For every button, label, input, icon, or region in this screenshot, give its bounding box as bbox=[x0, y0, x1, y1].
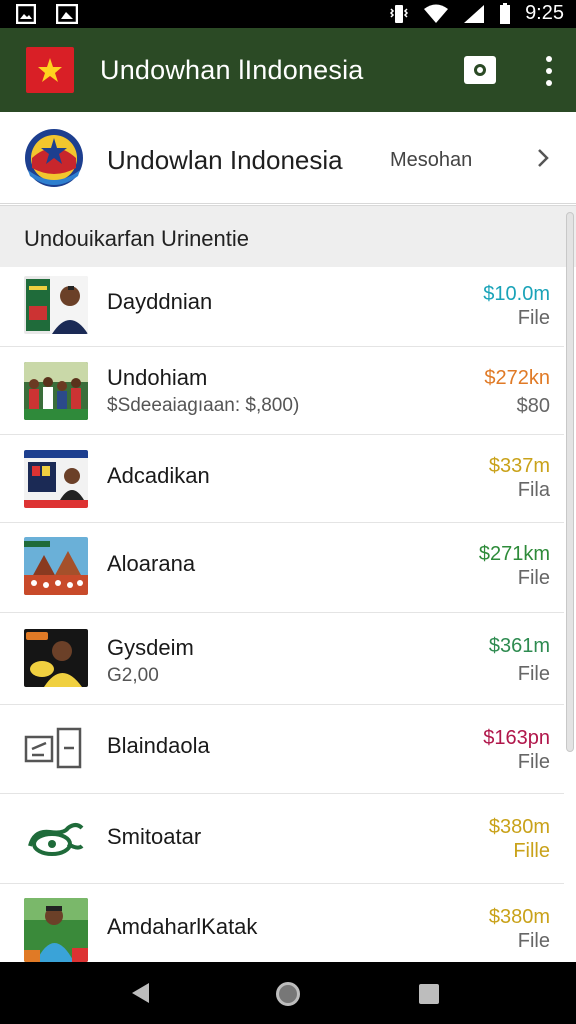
item-subtitle: G2,00 bbox=[107, 665, 159, 686]
overflow-menu-icon[interactable] bbox=[544, 56, 554, 86]
item-note: Fila bbox=[517, 479, 550, 501]
thumb-book-man bbox=[24, 276, 88, 334]
list-item[interactable]: Aloarana $271km File bbox=[0, 523, 564, 613]
list-item[interactable]: Dayddnian $10.0m File bbox=[0, 267, 564, 347]
thumb-boy bbox=[24, 898, 88, 962]
header-title: Undowlan Indonesia bbox=[107, 145, 343, 175]
app-title: Undowhan lIndonesia bbox=[100, 55, 364, 85]
item-price: $163pn bbox=[483, 727, 550, 749]
section-title: Undouikarfan Urinentie bbox=[24, 226, 250, 251]
item-title: Aloarana bbox=[107, 551, 196, 576]
list-item[interactable]: Adcadikan $337m Fila bbox=[0, 435, 564, 523]
thumb-poster bbox=[24, 450, 88, 508]
list-item[interactable]: Smitoatar $380m Fille bbox=[0, 794, 564, 884]
list-item[interactable]: Undohiam $Sdeeaiagıaan: $,800) $272kn $8… bbox=[0, 347, 564, 435]
header-link[interactable]: Mesohan bbox=[390, 149, 472, 172]
thumb-temple bbox=[24, 537, 88, 595]
item-note: File bbox=[517, 307, 550, 329]
camera-icon[interactable] bbox=[464, 56, 496, 84]
status-bar: 9:25 bbox=[0, 0, 576, 28]
recents-icon[interactable] bbox=[419, 984, 439, 1004]
item-title: Dayddnian bbox=[107, 289, 213, 314]
item-price: $380m bbox=[488, 906, 550, 928]
document-icon bbox=[24, 721, 88, 779]
signal-icon bbox=[464, 4, 485, 23]
item-price: $271km bbox=[478, 543, 550, 565]
app-bar: Undowhan lIndonesia bbox=[0, 28, 576, 112]
item-note: File bbox=[517, 930, 550, 952]
item-price: $10.0m bbox=[483, 283, 550, 305]
item-subtitle: $Sdeeaiagıaan: $,800) bbox=[107, 395, 300, 416]
item-note: File bbox=[517, 567, 550, 589]
emblem-icon bbox=[25, 129, 83, 187]
item-title: Adcadikan bbox=[107, 463, 210, 488]
list-item[interactable]: AmdaharlKatak $380m File bbox=[0, 884, 564, 962]
item-title: AmdaharlKatak bbox=[107, 914, 258, 939]
wifi-icon bbox=[424, 4, 449, 23]
image-icon bbox=[16, 4, 36, 24]
item-price: $380m bbox=[488, 816, 550, 838]
item-note: $80 bbox=[516, 395, 550, 417]
item-title: Blaindaola bbox=[107, 733, 210, 758]
item-title: Smitoatar bbox=[107, 824, 202, 849]
thumb-person-dark bbox=[24, 629, 88, 687]
home-icon[interactable] bbox=[276, 982, 300, 1006]
chevron-right-icon[interactable] bbox=[536, 148, 550, 168]
battery-icon bbox=[500, 2, 511, 24]
item-price: $337m bbox=[488, 455, 550, 477]
gallery-icon bbox=[56, 4, 78, 24]
item-price: $361m bbox=[488, 635, 550, 657]
item-title: Undohiam bbox=[107, 365, 208, 390]
back-icon[interactable] bbox=[132, 983, 149, 1003]
content-area: Undowlan Indonesia Mesohan Undouikarfan … bbox=[0, 112, 576, 962]
flag-star-icon[interactable] bbox=[26, 47, 74, 93]
item-title: Gysdeim bbox=[107, 635, 194, 660]
item-note: Fille bbox=[513, 840, 550, 862]
item-price: $272kn bbox=[484, 367, 550, 389]
item-note: File bbox=[517, 751, 550, 773]
item-list: Dayddnian $10.0m File Undohiam $Sdeeaiag… bbox=[0, 267, 564, 962]
item-note: File bbox=[517, 663, 550, 685]
section-header: Undouikarfan Urinentie bbox=[0, 205, 576, 267]
scrollbar[interactable] bbox=[566, 212, 574, 752]
status-time: 9:25 bbox=[525, 2, 564, 24]
nav-bar bbox=[0, 962, 576, 1024]
vibrate-icon bbox=[390, 4, 409, 23]
thumb-crowd bbox=[24, 362, 88, 420]
list-item[interactable]: Gysdeim G2,00 $361m File bbox=[0, 613, 564, 705]
list-item[interactable]: Blaindaola $163pn File bbox=[0, 705, 564, 794]
header-card[interactable]: Undowlan Indonesia Mesohan bbox=[0, 112, 576, 204]
money-wing-icon bbox=[24, 810, 88, 868]
